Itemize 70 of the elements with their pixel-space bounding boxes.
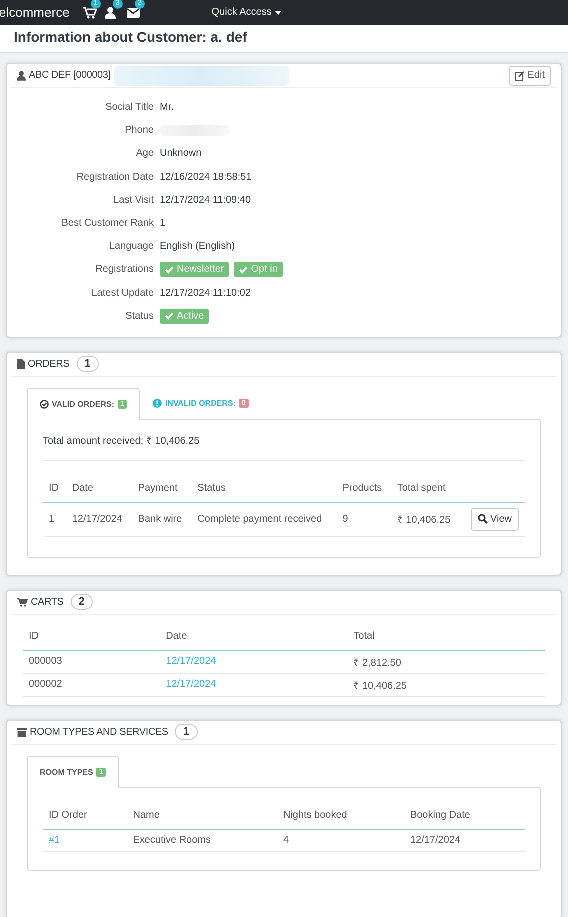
field-value: 1 — [160, 218, 166, 230]
field-value: 12/16/2024 18:58:51 — [160, 172, 252, 183]
table-cell: 12/17/2024 — [410, 834, 461, 846]
column-header: Booking Date — [404, 798, 525, 830]
column-header: Nights booked — [277, 798, 404, 830]
mail-icon[interactable] — [126, 7, 140, 18]
table-cell: 12/17/2024 — [66, 502, 132, 536]
total-amount: Total amount received: ₹ 10,406.25 — [43, 432, 525, 461]
cart-icon — [17, 598, 28, 607]
table-cell: ₹ 10,406.25 — [391, 502, 461, 536]
page-title: Information about Customer: a. def — [0, 25, 568, 53]
column-header: Name — [127, 798, 278, 830]
column-header: Total — [348, 618, 545, 650]
table-cell: 1 — [43, 502, 66, 536]
field-label: Registrations — [94, 264, 154, 276]
column-header: Payment — [132, 470, 192, 502]
field-value: Mr. — [160, 102, 174, 114]
search-icon — [478, 514, 488, 524]
count-badge: 1 — [175, 724, 198, 740]
table-cell: Complete payment received — [192, 502, 337, 536]
field-value: 12/17/2024 11:09:40 — [160, 194, 252, 206]
user-icon — [17, 70, 26, 80]
field-value: Unknown — [160, 148, 202, 160]
field-label: Social Title — [104, 102, 154, 114]
field-value: English (English) — [160, 241, 236, 252]
edit-icon — [514, 70, 525, 80]
customer-name: ABC DEF [000003] — [29, 70, 111, 81]
table-cell: ₹ 10,406.25 — [354, 680, 407, 692]
status-badge: Active — [160, 308, 210, 324]
document-icon — [17, 359, 25, 370]
exclamation-icon — [153, 399, 162, 408]
column-header: Date — [160, 618, 348, 650]
user-icon[interactable] — [104, 6, 116, 18]
field-label: Language — [108, 241, 154, 252]
field-label: Best Customer Rank — [60, 218, 154, 230]
field-label: Age — [135, 148, 154, 160]
status-badge: Opt in — [234, 262, 283, 278]
view-button[interactable]: View — [470, 508, 519, 531]
field-label: Status — [124, 310, 154, 322]
status-badge: Newsletter — [160, 262, 230, 278]
field-label: Registration Date — [76, 172, 154, 183]
section-title: CARTS — [31, 596, 64, 608]
field-label: Phone — [124, 125, 154, 136]
column-header: Products — [336, 470, 392, 502]
cart-icon[interactable] — [82, 6, 97, 18]
archive-icon — [17, 728, 27, 737]
table-cell: 9 — [336, 502, 392, 536]
edit-button[interactable]: Edit — [508, 66, 551, 86]
table-cell: Bank wire — [132, 502, 192, 536]
column-header: ID — [43, 470, 66, 502]
column-header: ID Order — [43, 798, 128, 830]
field-value: 12/17/2024 11:10:02 — [160, 288, 252, 299]
column-header: ID — [23, 618, 160, 650]
table-cell: Executive Rooms — [133, 834, 212, 846]
count-badge: 1 — [76, 356, 99, 372]
field-label: Last Visit — [112, 194, 154, 206]
count-badge: 2 — [70, 594, 93, 610]
quick-access-menu[interactable]: Quick Access — [212, 7, 282, 18]
table-cell: 000003 — [29, 656, 62, 668]
check-circle-icon — [40, 400, 49, 409]
caret-icon — [274, 10, 282, 14]
section-title: ORDERS — [28, 358, 70, 370]
column-header: Total spent — [391, 470, 461, 502]
section-title: ROOM TYPES AND SERVICES — [30, 726, 168, 738]
table-cell: 000002 — [29, 679, 62, 690]
field-label: Latest Update — [90, 288, 154, 299]
column-header: Date — [66, 470, 132, 502]
table-cell: 4 — [283, 834, 289, 846]
column-header: Status — [192, 470, 337, 502]
table-cell: ₹ 2,812.50 — [354, 658, 402, 669]
